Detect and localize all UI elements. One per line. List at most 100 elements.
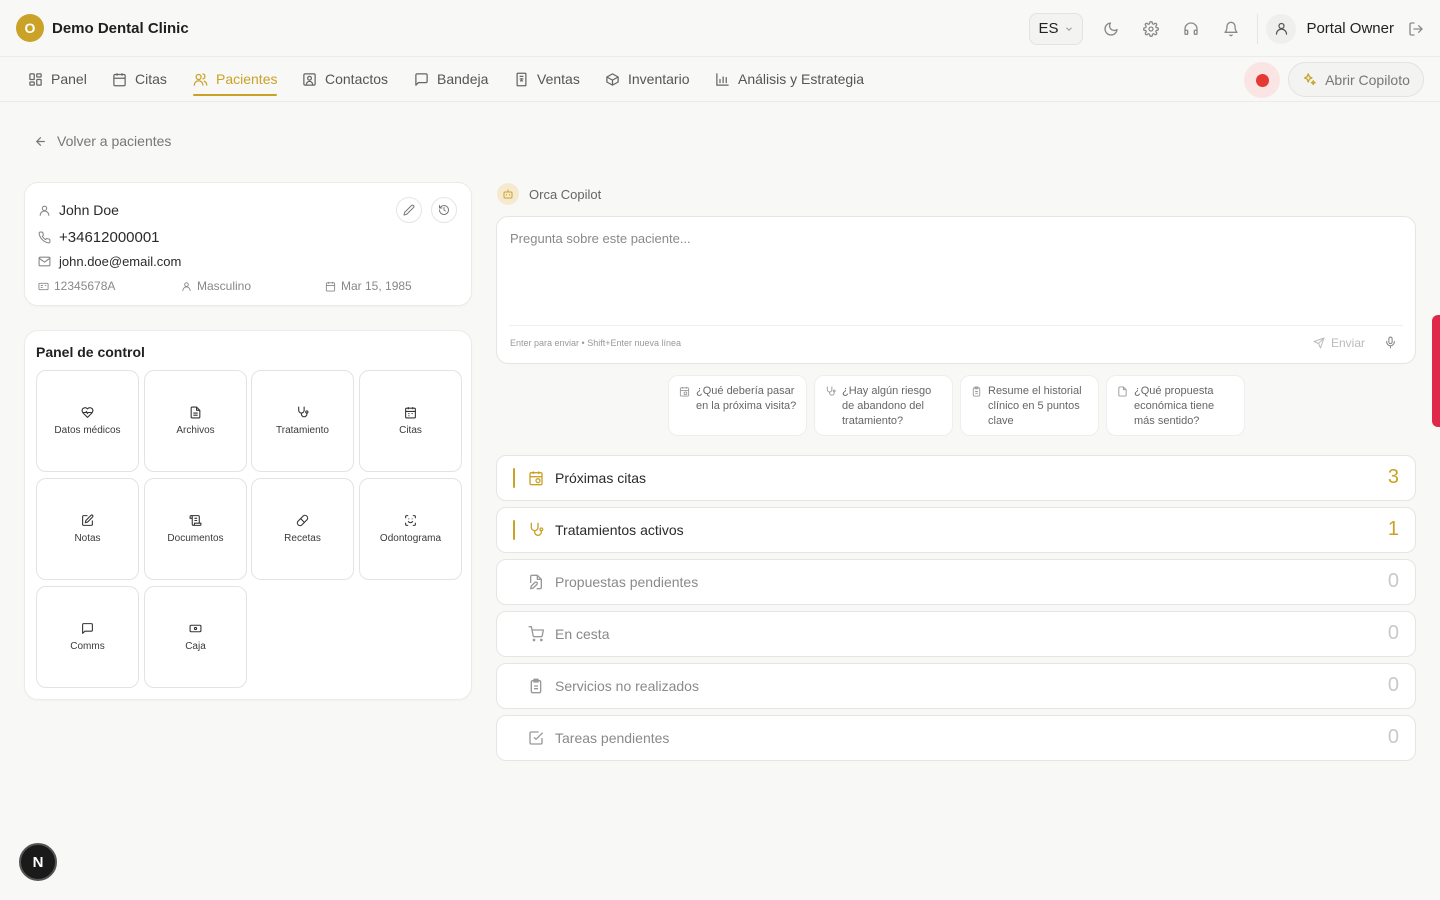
sparkles-icon	[1303, 73, 1316, 86]
copilot-chat-box[interactable]: Pregunta sobre este paciente... Enter pa…	[496, 216, 1416, 364]
stat-label: En cesta	[555, 626, 610, 642]
nav-item-citas[interactable]: Citas	[112, 57, 167, 101]
dev-tools-badge[interactable]: N	[19, 843, 57, 881]
side-panel-tab[interactable]	[1432, 315, 1440, 427]
highlight-bar	[513, 520, 515, 540]
control-panel: Panel de control Datos médicos Archivos …	[24, 330, 472, 700]
tile-citas[interactable]: Citas	[359, 370, 462, 472]
clipboard-icon	[530, 678, 542, 694]
highlight-bar	[513, 468, 515, 488]
tile-label: Caja	[185, 641, 206, 652]
phone-icon	[38, 231, 51, 244]
top-bar: O Demo Dental Clinic ES Portal Owner	[0, 0, 1440, 57]
arrow-left-icon	[36, 136, 45, 146]
record-button[interactable]	[1244, 62, 1280, 98]
patient-id: 12345678A	[38, 279, 115, 293]
stat-value: 1	[1387, 518, 1399, 540]
patient-birthdate: Mar 15, 1985	[325, 279, 412, 293]
suggestion-chip[interactable]: ¿Hay algún riesgo de abandono del tratam…	[814, 375, 953, 436]
edit-patient-button[interactable]	[396, 197, 422, 223]
logout-button[interactable]	[1408, 21, 1424, 37]
top-actions: ES Portal Owner	[1029, 0, 1424, 57]
settings-button[interactable]	[1131, 13, 1171, 45]
note-edit-icon	[82, 514, 94, 526]
patient-history-button[interactable]	[431, 197, 457, 223]
bell-icon	[1224, 21, 1239, 36]
stat-proximas-citas[interactable]: Próximas citas 3	[496, 455, 1416, 501]
back-to-patients-link[interactable]: Volver a pacientes	[34, 133, 171, 149]
avatar[interactable]	[1266, 13, 1297, 44]
nav-item-ventas[interactable]: Ventas	[514, 57, 580, 101]
suggestion-text: Resume el historial clínico en 5 puntos …	[988, 385, 1082, 427]
calendar-icon	[325, 281, 336, 292]
suggestion-chip[interactable]: Resume el historial clínico en 5 puntos …	[960, 375, 1099, 436]
stat-label: Tareas pendientes	[555, 730, 670, 746]
stethoscope-icon	[298, 406, 309, 418]
tile-caja[interactable]: Caja	[144, 586, 247, 688]
tile-archivos[interactable]: Archivos	[144, 370, 247, 472]
tile-label: Comms	[70, 641, 105, 652]
file-icon	[190, 406, 201, 419]
microphone-button[interactable]	[1384, 336, 1397, 349]
stat-en-cesta[interactable]: En cesta 0	[496, 611, 1416, 657]
nav-item-label: Inventario	[628, 71, 690, 87]
nav-item-bandeja[interactable]: Bandeja	[414, 57, 488, 101]
scan-face-icon	[405, 515, 416, 526]
calendar-clock-icon	[529, 471, 543, 486]
nav-item-label: Ventas	[537, 71, 580, 87]
open-copilot-button[interactable]: Abrir Copiloto	[1288, 62, 1424, 97]
divider	[509, 325, 1403, 326]
theme-toggle-button[interactable]	[1091, 13, 1131, 45]
divider	[1257, 13, 1259, 44]
patient-gender: Masculino	[181, 279, 251, 293]
send-button[interactable]: Enviar	[1313, 336, 1365, 350]
nav-item-analisis[interactable]: Análisis y Estrategia	[715, 57, 864, 101]
pencil-icon	[403, 204, 415, 216]
tile-datos-medicos[interactable]: Datos médicos	[36, 370, 139, 472]
suggestion-chip[interactable]: ¿Qué debería pasar en la próxima visita?	[668, 375, 807, 436]
nav-item-inventario[interactable]: Inventario	[605, 57, 689, 101]
user-name[interactable]: Portal Owner	[1306, 20, 1394, 37]
heart-pulse-icon	[81, 407, 94, 418]
support-button[interactable]	[1171, 13, 1211, 45]
users-icon	[193, 72, 208, 86]
stat-label: Tratamientos activos	[555, 522, 684, 538]
message-icon	[415, 72, 428, 86]
patient-id-value: 12345678A	[54, 279, 116, 293]
stat-tareas-pendientes[interactable]: Tareas pendientes 0	[496, 715, 1416, 761]
copilot-input[interactable]: Pregunta sobre este paciente...	[510, 231, 691, 246]
file-icon	[1118, 386, 1127, 397]
tile-tratamiento[interactable]: Tratamiento	[251, 370, 354, 472]
notifications-button[interactable]	[1211, 13, 1251, 45]
stat-tratamientos-activos[interactable]: Tratamientos activos 1	[496, 507, 1416, 553]
tile-recetas[interactable]: Recetas	[251, 478, 354, 580]
tile-notas[interactable]: Notas	[36, 478, 139, 580]
patient-birthdate-value: Mar 15, 1985	[341, 279, 412, 293]
tile-odontograma[interactable]: Odontograma	[359, 478, 462, 580]
nav-item-pacientes[interactable]: Pacientes	[193, 57, 278, 101]
nav-item-label: Pacientes	[216, 71, 278, 87]
stat-value: 0	[1387, 726, 1399, 748]
contact-icon	[303, 72, 316, 86]
tile-label: Notas	[74, 533, 101, 544]
calendar-icon	[113, 72, 126, 86]
tile-label: Datos médicos	[54, 425, 121, 436]
stat-servicios-no-realizados[interactable]: Servicios no realizados 0	[496, 663, 1416, 709]
message-icon	[82, 623, 93, 634]
suggestion-chip[interactable]: ¿Qué propuesta económica tiene más senti…	[1106, 375, 1245, 436]
tile-label: Odontograma	[379, 533, 442, 544]
tile-documentos[interactable]: Documentos	[144, 478, 247, 580]
patient-email-row: john.doe@email.com	[38, 254, 181, 269]
tile-comms[interactable]: Comms	[36, 586, 139, 688]
nav-item-panel[interactable]: Panel	[28, 57, 87, 101]
clinic-logo[interactable]: O	[16, 14, 44, 42]
patient-phone-row: +34612000001	[38, 229, 160, 246]
language-select[interactable]: ES	[1029, 12, 1084, 45]
microphone-icon	[1386, 336, 1395, 349]
copilot-hint: Enter para enviar • Shift+Enter nueva lí…	[510, 338, 682, 348]
nav-item-contactos[interactable]: Contactos	[302, 57, 388, 101]
stat-value: 0	[1387, 622, 1399, 644]
scroll-icon	[189, 515, 202, 526]
stat-propuestas-pendientes[interactable]: Propuestas pendientes 0	[496, 559, 1416, 605]
control-panel-title: Panel de control	[36, 344, 145, 360]
